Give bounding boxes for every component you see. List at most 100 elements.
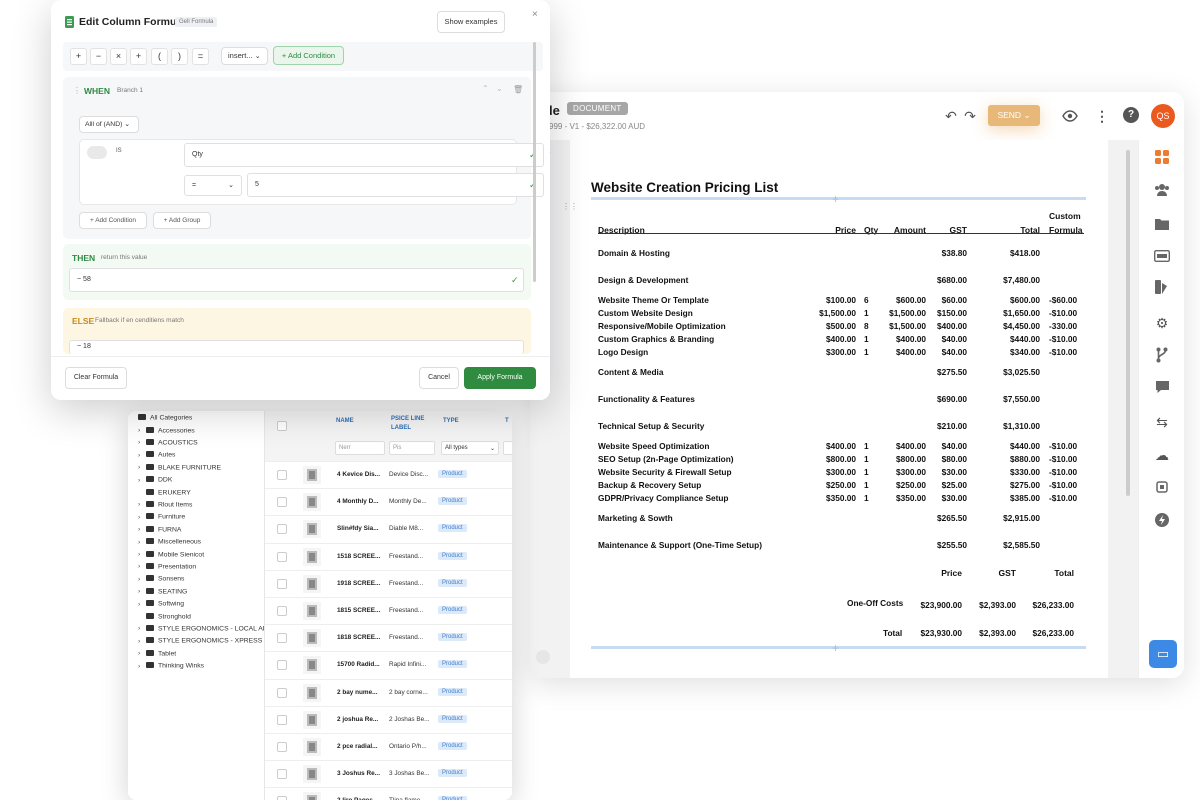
category-item[interactable]: Stronghold [138, 612, 191, 620]
category-item[interactable]: › Furniture [138, 513, 185, 521]
row-checkbox[interactable] [277, 742, 287, 752]
table-row[interactable]: 15700 Radid... Rapid Infini... Product [265, 651, 512, 678]
scrollbar[interactable] [1126, 150, 1130, 496]
row-checkbox[interactable] [277, 633, 287, 644]
operator-button[interactable]: ( [151, 48, 168, 65]
users-icon[interactable] [1153, 183, 1171, 201]
modal-scrollbar[interactable] [533, 42, 536, 282]
add-condition-button[interactable]: + Add Condition [273, 46, 344, 65]
condition-operator-select[interactable]: = ⌄ [184, 175, 242, 196]
row-checkbox[interactable] [277, 606, 287, 616]
chevron-right-icon[interactable]: › [138, 625, 146, 632]
row-checkbox[interactable] [277, 497, 287, 508]
category-item[interactable]: › FURNA [138, 525, 181, 533]
table-row[interactable]: 2 liro PagesTlina flame...Product [265, 787, 512, 800]
row-checkbox[interactable] [277, 714, 287, 725]
table-row[interactable]: 1518 SCREE... Freestand... Product [265, 542, 512, 570]
chevron-right-icon[interactable]: › [138, 514, 146, 521]
select-all-checkbox[interactable] [277, 421, 287, 431]
table-row[interactable]: 1815 SCREE... Freestand... Product [265, 597, 512, 624]
condition-value-input[interactable]: 5 [247, 173, 544, 197]
table-row[interactable]: 2 pce radial... Ontario P/h... Product [265, 733, 512, 760]
chevron-right-icon[interactable]: › [138, 601, 146, 608]
remove-condition-icon[interactable]: × [549, 146, 550, 156]
operator-button[interactable]: ) [171, 48, 188, 65]
preview-eye-icon[interactable] [1062, 108, 1078, 124]
table-row[interactable]: Slin#fdy Sia... Diable M8... Product [265, 515, 512, 542]
workflow-branch-icon[interactable] [1153, 347, 1171, 365]
redo-icon[interactable]: ↷ [962, 108, 978, 124]
undo-icon[interactable]: ↶ [943, 108, 959, 124]
folder-add-icon[interactable] [1153, 216, 1171, 234]
operator-button[interactable]: + [70, 48, 87, 65]
else-value-input[interactable]: ~ 18 [69, 340, 524, 354]
chevron-down-icon[interactable]: ⌄ [496, 84, 503, 93]
chevron-right-icon[interactable]: › [138, 650, 146, 657]
add-section-icon[interactable]: + [832, 193, 839, 205]
cloud-download-icon[interactable]: ☁ [1153, 446, 1171, 464]
row-checkbox[interactable] [277, 796, 287, 800]
condition-toggle[interactable] [87, 146, 107, 159]
column-header-type[interactable]: TYPE [443, 417, 459, 425]
table-row[interactable]: 1818 SCREE... Freestand... Product [265, 624, 512, 651]
show-examples-button[interactable]: Show examples [437, 11, 505, 33]
cancel-button[interactable]: Cancel [419, 367, 459, 389]
add-section-icon[interactable]: + [832, 642, 839, 654]
category-item[interactable]: › BLAKE FURNITURE [138, 463, 221, 471]
insert-dropdown[interactable]: insert... ⌄ [221, 47, 268, 65]
row-checkbox[interactable] [277, 769, 287, 780]
operator-button[interactable]: + [130, 48, 147, 65]
comments-icon[interactable] [1153, 380, 1171, 398]
category-item[interactable]: › Rlout Items [138, 500, 192, 508]
recurring-icon[interactable]: ⇆ [1153, 413, 1171, 431]
category-item[interactable]: ERUKERY [138, 488, 191, 496]
integrations-chip-icon[interactable] [1153, 480, 1171, 498]
category-item[interactable]: › ACOUSTICS [138, 438, 198, 446]
column-header-extra[interactable]: T [505, 417, 509, 425]
category-item[interactable]: › Softwing [138, 600, 184, 608]
category-item[interactable]: › STYLE ERGONOMICS - XPRESS [138, 637, 262, 645]
operator-button[interactable]: − [90, 48, 107, 65]
category-item[interactable]: › Mobile Sienicot [138, 550, 204, 558]
table-row[interactable]: 2 joshua Re... 2 Joshas Be... Product [265, 705, 512, 733]
add-group-button[interactable]: + Add Group [153, 212, 211, 229]
close-icon[interactable]: × [532, 9, 538, 20]
category-item[interactable]: › Sonsens [138, 575, 184, 583]
chevron-right-icon[interactable]: › [138, 576, 146, 583]
name-filter-input[interactable]: Nerr [335, 441, 385, 455]
apply-formula-button[interactable]: Apply Formula [464, 367, 536, 389]
automation-bolt-icon[interactable] [1153, 513, 1171, 531]
row-checkbox[interactable] [277, 687, 287, 698]
operator-button[interactable]: × [110, 48, 127, 65]
chevron-right-icon[interactable]: › [138, 439, 146, 446]
category-item[interactable]: › Tablet [138, 649, 176, 657]
collapse-handle[interactable] [536, 650, 550, 664]
category-item[interactable]: › Miscelleneous [138, 538, 201, 546]
drag-handle-icon[interactable]: ⋮⋮ [562, 202, 578, 211]
table-row[interactable]: 3 Joshus Re... 3 Joshas Be... Product [265, 760, 512, 787]
chevron-right-icon[interactable]: › [138, 452, 146, 459]
match-mode-select[interactable]: Alll of (AND) ⌄ [79, 116, 139, 133]
chevron-right-icon[interactable]: › [138, 526, 146, 533]
design-palette-icon[interactable] [1153, 280, 1171, 298]
blocks-icon[interactable] [1153, 150, 1171, 168]
table-row[interactable]: 2 bay nume... 2 bay corne... Product [265, 678, 512, 706]
drag-handle-icon[interactable]: ⋮ [73, 86, 81, 95]
chevron-right-icon[interactable]: › [138, 663, 146, 670]
table-row[interactable]: 4 Kevice Dis... Device Disc... Product [265, 461, 512, 488]
chevron-right-icon[interactable]: › [138, 539, 146, 546]
category-item[interactable]: › Autes [138, 451, 175, 459]
chevron-up-icon[interactable]: ⌃ [482, 84, 489, 93]
chevron-right-icon[interactable]: › [138, 427, 146, 434]
column-header-price-line[interactable]: PSICE LINE [391, 415, 424, 423]
chevron-right-icon[interactable]: › [138, 638, 146, 645]
row-checkbox[interactable] [277, 551, 287, 562]
row-checkbox[interactable] [277, 524, 287, 535]
row-checkbox[interactable] [277, 578, 287, 589]
operator-button[interactable]: = [192, 48, 209, 65]
category-item[interactable]: › Presentation [138, 562, 196, 570]
category-item[interactable]: › Accessories [138, 426, 195, 434]
chat-support-button[interactable]: ▭ [1149, 640, 1177, 668]
category-item[interactable]: › SEATING [138, 587, 187, 595]
chevron-right-icon[interactable]: › [138, 477, 146, 484]
